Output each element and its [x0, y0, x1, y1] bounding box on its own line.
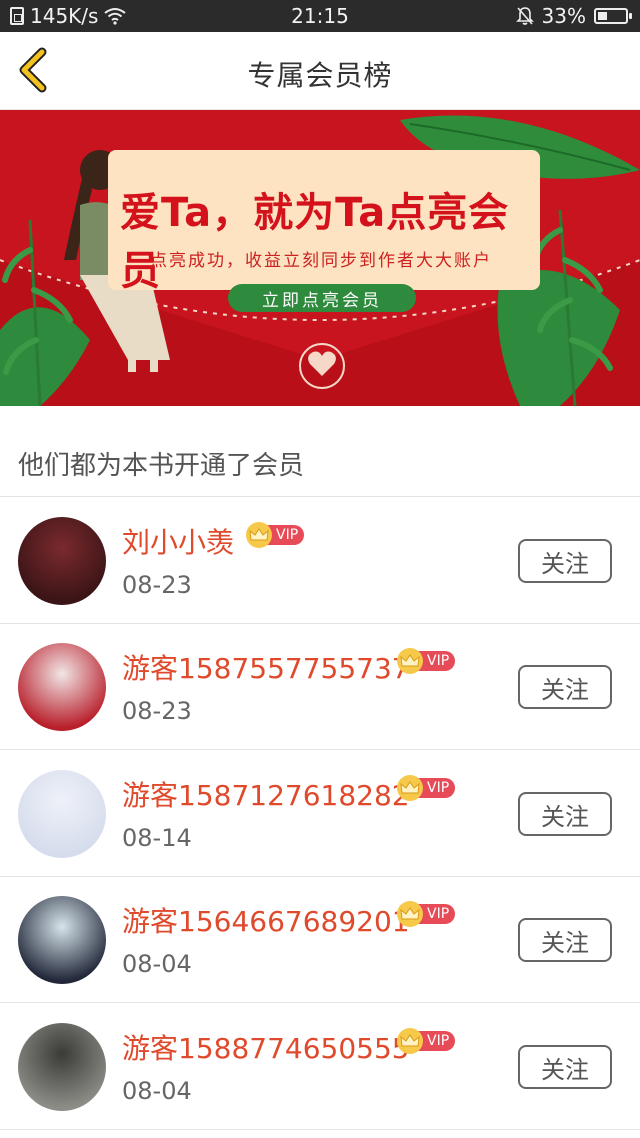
banner-cta-button[interactable]: 立即点亮会员: [228, 284, 416, 312]
member-date: 08-04: [122, 1077, 192, 1105]
banner-title: 爱Ta，就为Ta点亮会员: [120, 190, 510, 294]
follow-button[interactable]: 关注: [518, 1045, 612, 1089]
vip-badge: VIP: [246, 522, 305, 548]
list-item[interactable]: 游客1587127618282 VIP 08-14 关注: [0, 750, 640, 876]
follow-button[interactable]: 关注: [518, 918, 612, 962]
member-date: 08-04: [122, 950, 192, 978]
list-item[interactable]: 游客1587557755737 VIP 08-23 关注: [0, 623, 640, 749]
avatar[interactable]: [18, 643, 106, 731]
crown-icon: [397, 775, 423, 801]
list-item[interactable]: 刘小小羡 VIP 08-23 关注: [0, 497, 640, 623]
avatar[interactable]: [18, 1023, 106, 1111]
member-name[interactable]: 游客1587127618282: [122, 774, 410, 814]
member-name[interactable]: 游客1588774650555: [122, 1027, 410, 1067]
crown-icon: [397, 648, 423, 674]
avatar[interactable]: [18, 770, 106, 858]
crown-icon: [246, 522, 272, 548]
list-item[interactable]: 游客1564667689201 VIP 08-04 关注: [0, 876, 640, 1002]
bell-muted-icon: [515, 7, 534, 25]
follow-button[interactable]: 关注: [518, 792, 612, 836]
header: 专属会员榜: [0, 32, 640, 110]
status-bar: 145K/s 21:15 33%: [0, 0, 640, 32]
crown-icon: [397, 1028, 423, 1054]
vip-badge: VIP: [397, 648, 456, 674]
member-date: 08-23: [122, 571, 192, 599]
battery-icon: [594, 8, 632, 24]
member-name[interactable]: 游客1587557755737: [122, 647, 410, 687]
member-name[interactable]: 游客1564667689201: [122, 900, 410, 940]
member-name[interactable]: 刘小小羡: [122, 521, 234, 561]
crown-icon: [397, 901, 423, 927]
divider: [0, 1129, 640, 1130]
follow-button[interactable]: 关注: [518, 665, 612, 709]
follow-button[interactable]: 关注: [518, 539, 612, 583]
member-date: 08-14: [122, 824, 192, 852]
vip-badge: VIP: [397, 1028, 456, 1054]
vip-badge: VIP: [397, 901, 456, 927]
banner-subtitle: 点亮成功，收益立刻同步到作者大大账户: [150, 251, 492, 271]
list-item[interactable]: 游客1588774650555 VIP 08-04 关注: [0, 1003, 640, 1129]
battery-percent: 33%: [541, 4, 586, 28]
battery-level: [598, 12, 607, 20]
page-title: 专属会员榜: [247, 59, 393, 92]
avatar[interactable]: [18, 517, 106, 605]
avatar[interactable]: [18, 896, 106, 984]
vip-badge: VIP: [397, 775, 456, 801]
section-title: 他们都为本书开通了会员: [18, 451, 305, 481]
member-date: 08-23: [122, 697, 192, 725]
status-right: 33%: [515, 4, 632, 28]
